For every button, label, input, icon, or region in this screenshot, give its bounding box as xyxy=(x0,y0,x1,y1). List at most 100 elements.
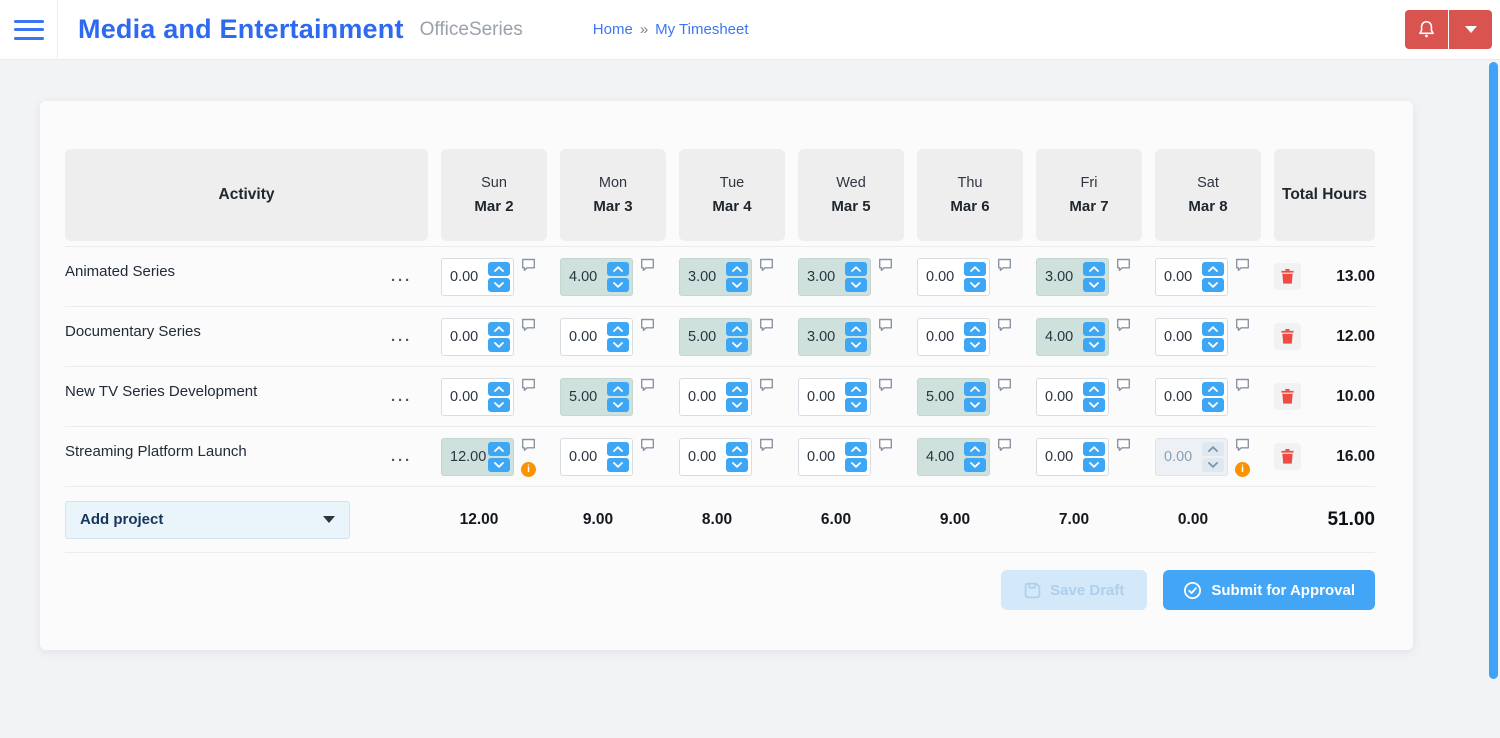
comment-icon[interactable] xyxy=(1235,378,1250,392)
increment-button[interactable] xyxy=(607,441,629,456)
hours-input[interactable] xyxy=(561,318,607,355)
breadcrumb-current-link[interactable]: My Timesheet xyxy=(655,21,748,38)
comment-icon[interactable] xyxy=(1116,378,1131,392)
row-menu-button[interactable]: ··· xyxy=(391,392,412,409)
hours-input[interactable] xyxy=(1156,318,1202,355)
hours-input[interactable] xyxy=(799,438,845,475)
comment-icon[interactable] xyxy=(1235,438,1250,452)
increment-button[interactable] xyxy=(1202,381,1224,396)
menu-icon[interactable] xyxy=(13,18,44,42)
comment-icon[interactable] xyxy=(640,438,655,452)
notifications-button[interactable] xyxy=(1405,10,1448,49)
delete-row-button[interactable] xyxy=(1274,383,1301,410)
save-draft-button[interactable]: Save Draft xyxy=(1001,570,1148,610)
comment-icon[interactable] xyxy=(521,438,536,452)
decrement-button[interactable] xyxy=(726,337,748,352)
increment-button[interactable] xyxy=(964,261,986,276)
hours-input[interactable] xyxy=(442,258,488,295)
decrement-button[interactable] xyxy=(1202,337,1224,352)
comment-icon[interactable] xyxy=(521,318,536,332)
hours-input[interactable] xyxy=(442,318,488,355)
increment-button[interactable] xyxy=(1202,261,1224,276)
comment-icon[interactable] xyxy=(878,318,893,332)
submit-for-approval-button[interactable]: Submit for Approval xyxy=(1163,570,1375,610)
comment-icon[interactable] xyxy=(1116,438,1131,452)
increment-button[interactable] xyxy=(488,321,510,336)
comment-icon[interactable] xyxy=(521,378,536,392)
decrement-button[interactable] xyxy=(488,397,510,412)
increment-button[interactable] xyxy=(607,321,629,336)
hours-input[interactable] xyxy=(1037,258,1083,295)
comment-icon[interactable] xyxy=(1235,258,1250,272)
increment-button[interactable] xyxy=(1083,321,1105,336)
hours-input[interactable] xyxy=(1037,438,1083,475)
delete-row-button[interactable] xyxy=(1274,443,1301,470)
increment-button[interactable] xyxy=(1202,441,1224,456)
comment-icon[interactable] xyxy=(997,438,1012,452)
hours-input[interactable] xyxy=(442,438,488,475)
comment-icon[interactable] xyxy=(878,378,893,392)
decrement-button[interactable] xyxy=(1202,457,1224,472)
comment-icon[interactable] xyxy=(1116,318,1131,332)
increment-button[interactable] xyxy=(845,261,867,276)
increment-button[interactable] xyxy=(726,321,748,336)
hours-input[interactable] xyxy=(918,318,964,355)
hours-input[interactable] xyxy=(1156,438,1202,475)
decrement-button[interactable] xyxy=(726,457,748,472)
decrement-button[interactable] xyxy=(964,277,986,292)
decrement-button[interactable] xyxy=(1083,337,1105,352)
decrement-button[interactable] xyxy=(845,277,867,292)
increment-button[interactable] xyxy=(726,381,748,396)
user-menu-button[interactable] xyxy=(1449,10,1492,49)
decrement-button[interactable] xyxy=(1202,277,1224,292)
comment-icon[interactable] xyxy=(640,258,655,272)
breadcrumb-home-link[interactable]: Home xyxy=(593,21,633,38)
increment-button[interactable] xyxy=(1083,261,1105,276)
increment-button[interactable] xyxy=(488,441,510,456)
comment-icon[interactable] xyxy=(997,378,1012,392)
hours-input[interactable] xyxy=(561,258,607,295)
hours-input[interactable] xyxy=(918,438,964,475)
increment-button[interactable] xyxy=(845,321,867,336)
increment-button[interactable] xyxy=(1202,321,1224,336)
hours-input[interactable] xyxy=(561,438,607,475)
comment-icon[interactable] xyxy=(640,378,655,392)
row-menu-button[interactable]: ··· xyxy=(391,452,412,469)
increment-button[interactable] xyxy=(726,441,748,456)
comment-icon[interactable] xyxy=(1116,258,1131,272)
hours-input[interactable] xyxy=(918,258,964,295)
increment-button[interactable] xyxy=(488,381,510,396)
comment-icon[interactable] xyxy=(759,318,774,332)
decrement-button[interactable] xyxy=(845,457,867,472)
increment-button[interactable] xyxy=(1083,381,1105,396)
hours-input[interactable] xyxy=(1156,258,1202,295)
decrement-button[interactable] xyxy=(607,277,629,292)
delete-row-button[interactable] xyxy=(1274,263,1301,290)
increment-button[interactable] xyxy=(845,441,867,456)
increment-button[interactable] xyxy=(726,261,748,276)
add-project-select[interactable]: Add project xyxy=(65,500,350,539)
decrement-button[interactable] xyxy=(726,397,748,412)
hours-input[interactable] xyxy=(680,318,726,355)
vertical-scrollbar[interactable] xyxy=(1489,62,1498,679)
hours-input[interactable] xyxy=(561,378,607,415)
decrement-button[interactable] xyxy=(964,397,986,412)
comment-icon[interactable] xyxy=(997,258,1012,272)
decrement-button[interactable] xyxy=(1202,397,1224,412)
increment-button[interactable] xyxy=(607,261,629,276)
hours-input[interactable] xyxy=(680,258,726,295)
comment-icon[interactable] xyxy=(997,318,1012,332)
hours-input[interactable] xyxy=(799,318,845,355)
increment-button[interactable] xyxy=(607,381,629,396)
decrement-button[interactable] xyxy=(1083,277,1105,292)
hours-input[interactable] xyxy=(918,378,964,415)
decrement-button[interactable] xyxy=(845,337,867,352)
increment-button[interactable] xyxy=(964,441,986,456)
decrement-button[interactable] xyxy=(607,397,629,412)
decrement-button[interactable] xyxy=(845,397,867,412)
comment-icon[interactable] xyxy=(878,258,893,272)
hours-input[interactable] xyxy=(442,378,488,415)
hours-input[interactable] xyxy=(680,438,726,475)
hours-input[interactable] xyxy=(799,378,845,415)
delete-row-button[interactable] xyxy=(1274,323,1301,350)
